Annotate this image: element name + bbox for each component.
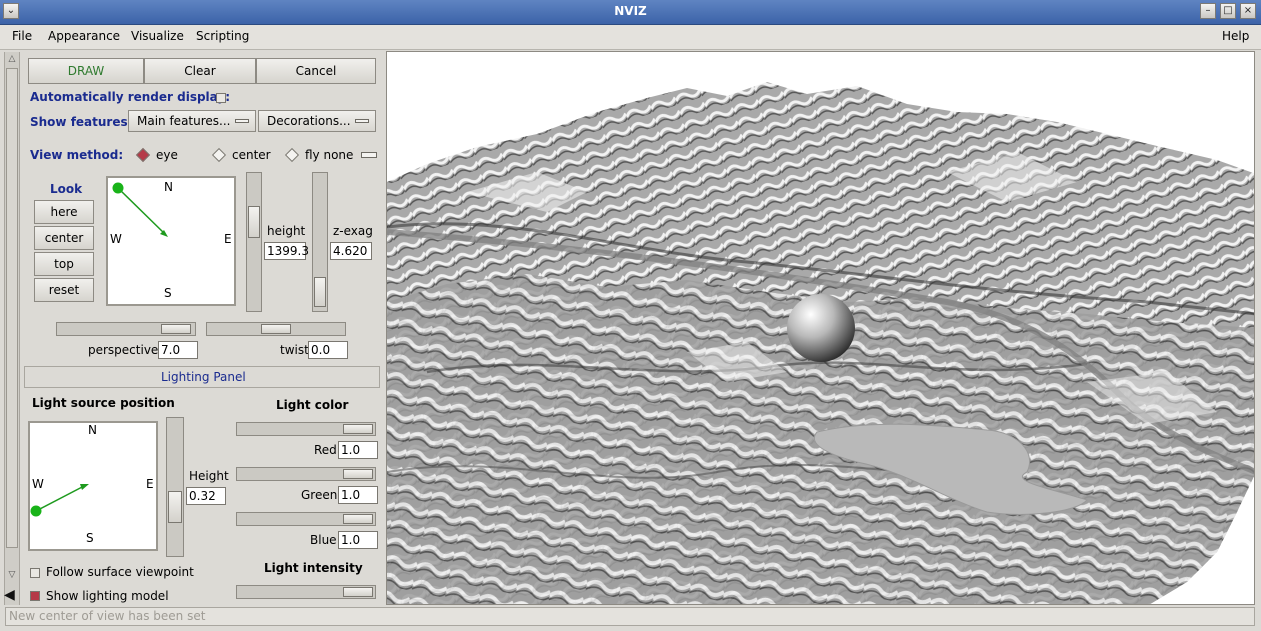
auto-render-label: Automatically render display: bbox=[30, 90, 231, 104]
view-center-radio[interactable] bbox=[211, 147, 227, 163]
twist-slider[interactable] bbox=[206, 322, 346, 336]
terrain-render bbox=[387, 52, 1254, 604]
perspective-slider-thumb[interactable] bbox=[161, 324, 191, 334]
light-color-label: Light color bbox=[276, 398, 349, 412]
draw-button[interactable]: DRAW bbox=[28, 58, 144, 84]
light-position-canvas[interactable]: N S W E bbox=[28, 421, 158, 551]
show-features-label: Show features: bbox=[30, 115, 133, 129]
menu-bar: File Appearance Visualize Scripting Help bbox=[0, 25, 1261, 50]
blue-slider[interactable] bbox=[236, 512, 376, 526]
height-slider[interactable] bbox=[246, 172, 262, 312]
scroll-up-icon[interactable]: △ bbox=[6, 54, 18, 66]
menu-scripting[interactable]: Scripting bbox=[196, 29, 249, 43]
look-label: Look bbox=[50, 182, 83, 196]
menu-appearance[interactable]: Appearance bbox=[48, 29, 120, 43]
scroll-thumb[interactable] bbox=[6, 68, 18, 548]
minimize-icon[interactable]: – bbox=[1200, 3, 1216, 19]
status-bar: New center of view has been set bbox=[5, 607, 1255, 626]
height-field[interactable]: 1399.3 bbox=[264, 242, 309, 260]
perspective-slider[interactable] bbox=[56, 322, 196, 336]
light-direction-arrow bbox=[30, 484, 89, 517]
view-direction-arrow bbox=[112, 182, 168, 237]
zexag-label: z-exag bbox=[333, 224, 373, 238]
light-height-label: Height bbox=[189, 469, 229, 483]
blue-slider-thumb[interactable] bbox=[343, 514, 373, 524]
control-panel: DRAW Clear Cancel Automatically render d… bbox=[24, 52, 384, 605]
light-height-slider-thumb[interactable] bbox=[168, 491, 182, 523]
lighting-panel-header: Lighting Panel bbox=[24, 366, 380, 388]
intensity-slider-thumb[interactable] bbox=[343, 587, 373, 597]
light-intensity-label: Light intensity bbox=[264, 561, 363, 575]
red-label: Red bbox=[314, 443, 337, 457]
red-field[interactable]: 1.0 bbox=[338, 441, 378, 459]
perspective-field[interactable]: 7.0 bbox=[158, 341, 198, 359]
look-here-button[interactable]: here bbox=[34, 200, 94, 224]
show-lighting-model-label: Show lighting model bbox=[46, 589, 169, 603]
light-source-label: Light source position bbox=[32, 396, 175, 410]
decorations-label: Decorations... bbox=[267, 114, 351, 128]
look-reset-button[interactable]: reset bbox=[34, 278, 94, 302]
lighting-panel-title: Lighting Panel bbox=[161, 370, 246, 384]
view-center-sphere bbox=[787, 294, 855, 362]
view-eye-label: eye bbox=[156, 148, 178, 162]
intensity-slider[interactable] bbox=[236, 585, 376, 599]
view-position-canvas[interactable]: N S W E bbox=[106, 176, 236, 306]
follow-viewpoint-checkbox[interactable] bbox=[30, 568, 40, 578]
fly-mode-menu-icon[interactable] bbox=[361, 152, 377, 158]
red-slider[interactable] bbox=[236, 422, 376, 436]
height-label: height bbox=[267, 224, 306, 238]
scroll-down-icon[interactable]: ▽ bbox=[6, 570, 18, 582]
view-fly-radio[interactable] bbox=[284, 147, 300, 163]
height-slider-thumb[interactable] bbox=[248, 206, 260, 238]
twist-field[interactable]: 0.0 bbox=[308, 341, 348, 359]
zexag-field[interactable]: 4.620 bbox=[330, 242, 372, 260]
close-icon[interactable]: × bbox=[1240, 3, 1256, 19]
twist-slider-thumb[interactable] bbox=[261, 324, 291, 334]
decorations-dropdown[interactable]: Decorations... bbox=[258, 110, 376, 132]
blue-field[interactable]: 1.0 bbox=[338, 531, 378, 549]
view-fly-label: fly none bbox=[305, 148, 354, 162]
panel-scrollbar[interactable]: △ ▽ bbox=[4, 52, 20, 605]
menu-visualize[interactable]: Visualize bbox=[131, 29, 184, 43]
view-center-label: center bbox=[232, 148, 271, 162]
light-height-slider[interactable] bbox=[166, 417, 184, 557]
menu-help[interactable]: Help bbox=[1222, 29, 1249, 43]
green-slider[interactable] bbox=[236, 467, 376, 481]
window-title: NVIZ bbox=[614, 4, 647, 18]
view-method-label: View method: bbox=[30, 148, 124, 162]
3d-viewport[interactable] bbox=[386, 51, 1255, 605]
dropdown-indicator-icon bbox=[235, 119, 249, 123]
auto-render-checkbox[interactable] bbox=[216, 93, 226, 103]
main-features-label: Main features... bbox=[137, 114, 231, 128]
green-label: Green bbox=[301, 488, 338, 502]
dropdown-indicator-icon bbox=[355, 119, 369, 123]
follow-viewpoint-label: Follow surface viewpoint bbox=[46, 565, 194, 579]
zexag-slider-thumb[interactable] bbox=[314, 277, 326, 307]
look-top-button[interactable]: top bbox=[34, 252, 94, 276]
show-lighting-model-checkbox[interactable] bbox=[30, 591, 40, 601]
look-center-button[interactable]: center bbox=[34, 226, 94, 250]
blue-label: Blue bbox=[310, 533, 337, 547]
light-height-field[interactable]: 0.32 bbox=[186, 487, 226, 505]
view-eye-radio[interactable] bbox=[135, 147, 151, 163]
zexag-slider[interactable] bbox=[312, 172, 328, 312]
scroll-left-icon[interactable]: ◀ bbox=[4, 587, 18, 605]
perspective-label: perspective bbox=[88, 343, 159, 357]
cancel-button[interactable]: Cancel bbox=[256, 58, 376, 84]
red-slider-thumb[interactable] bbox=[343, 424, 373, 434]
green-slider-thumb[interactable] bbox=[343, 469, 373, 479]
eye-position-marker[interactable] bbox=[112, 182, 124, 194]
light-position-marker[interactable] bbox=[30, 505, 42, 517]
twist-label: twist bbox=[280, 343, 309, 357]
main-features-dropdown[interactable]: Main features... bbox=[128, 110, 256, 132]
green-field[interactable]: 1.0 bbox=[338, 486, 378, 504]
maximize-icon[interactable]: □ bbox=[1220, 3, 1236, 19]
title-bar: ⌄ NVIZ – □ × bbox=[0, 0, 1261, 25]
menu-file[interactable]: File bbox=[12, 29, 32, 43]
clear-button[interactable]: Clear bbox=[144, 58, 256, 84]
